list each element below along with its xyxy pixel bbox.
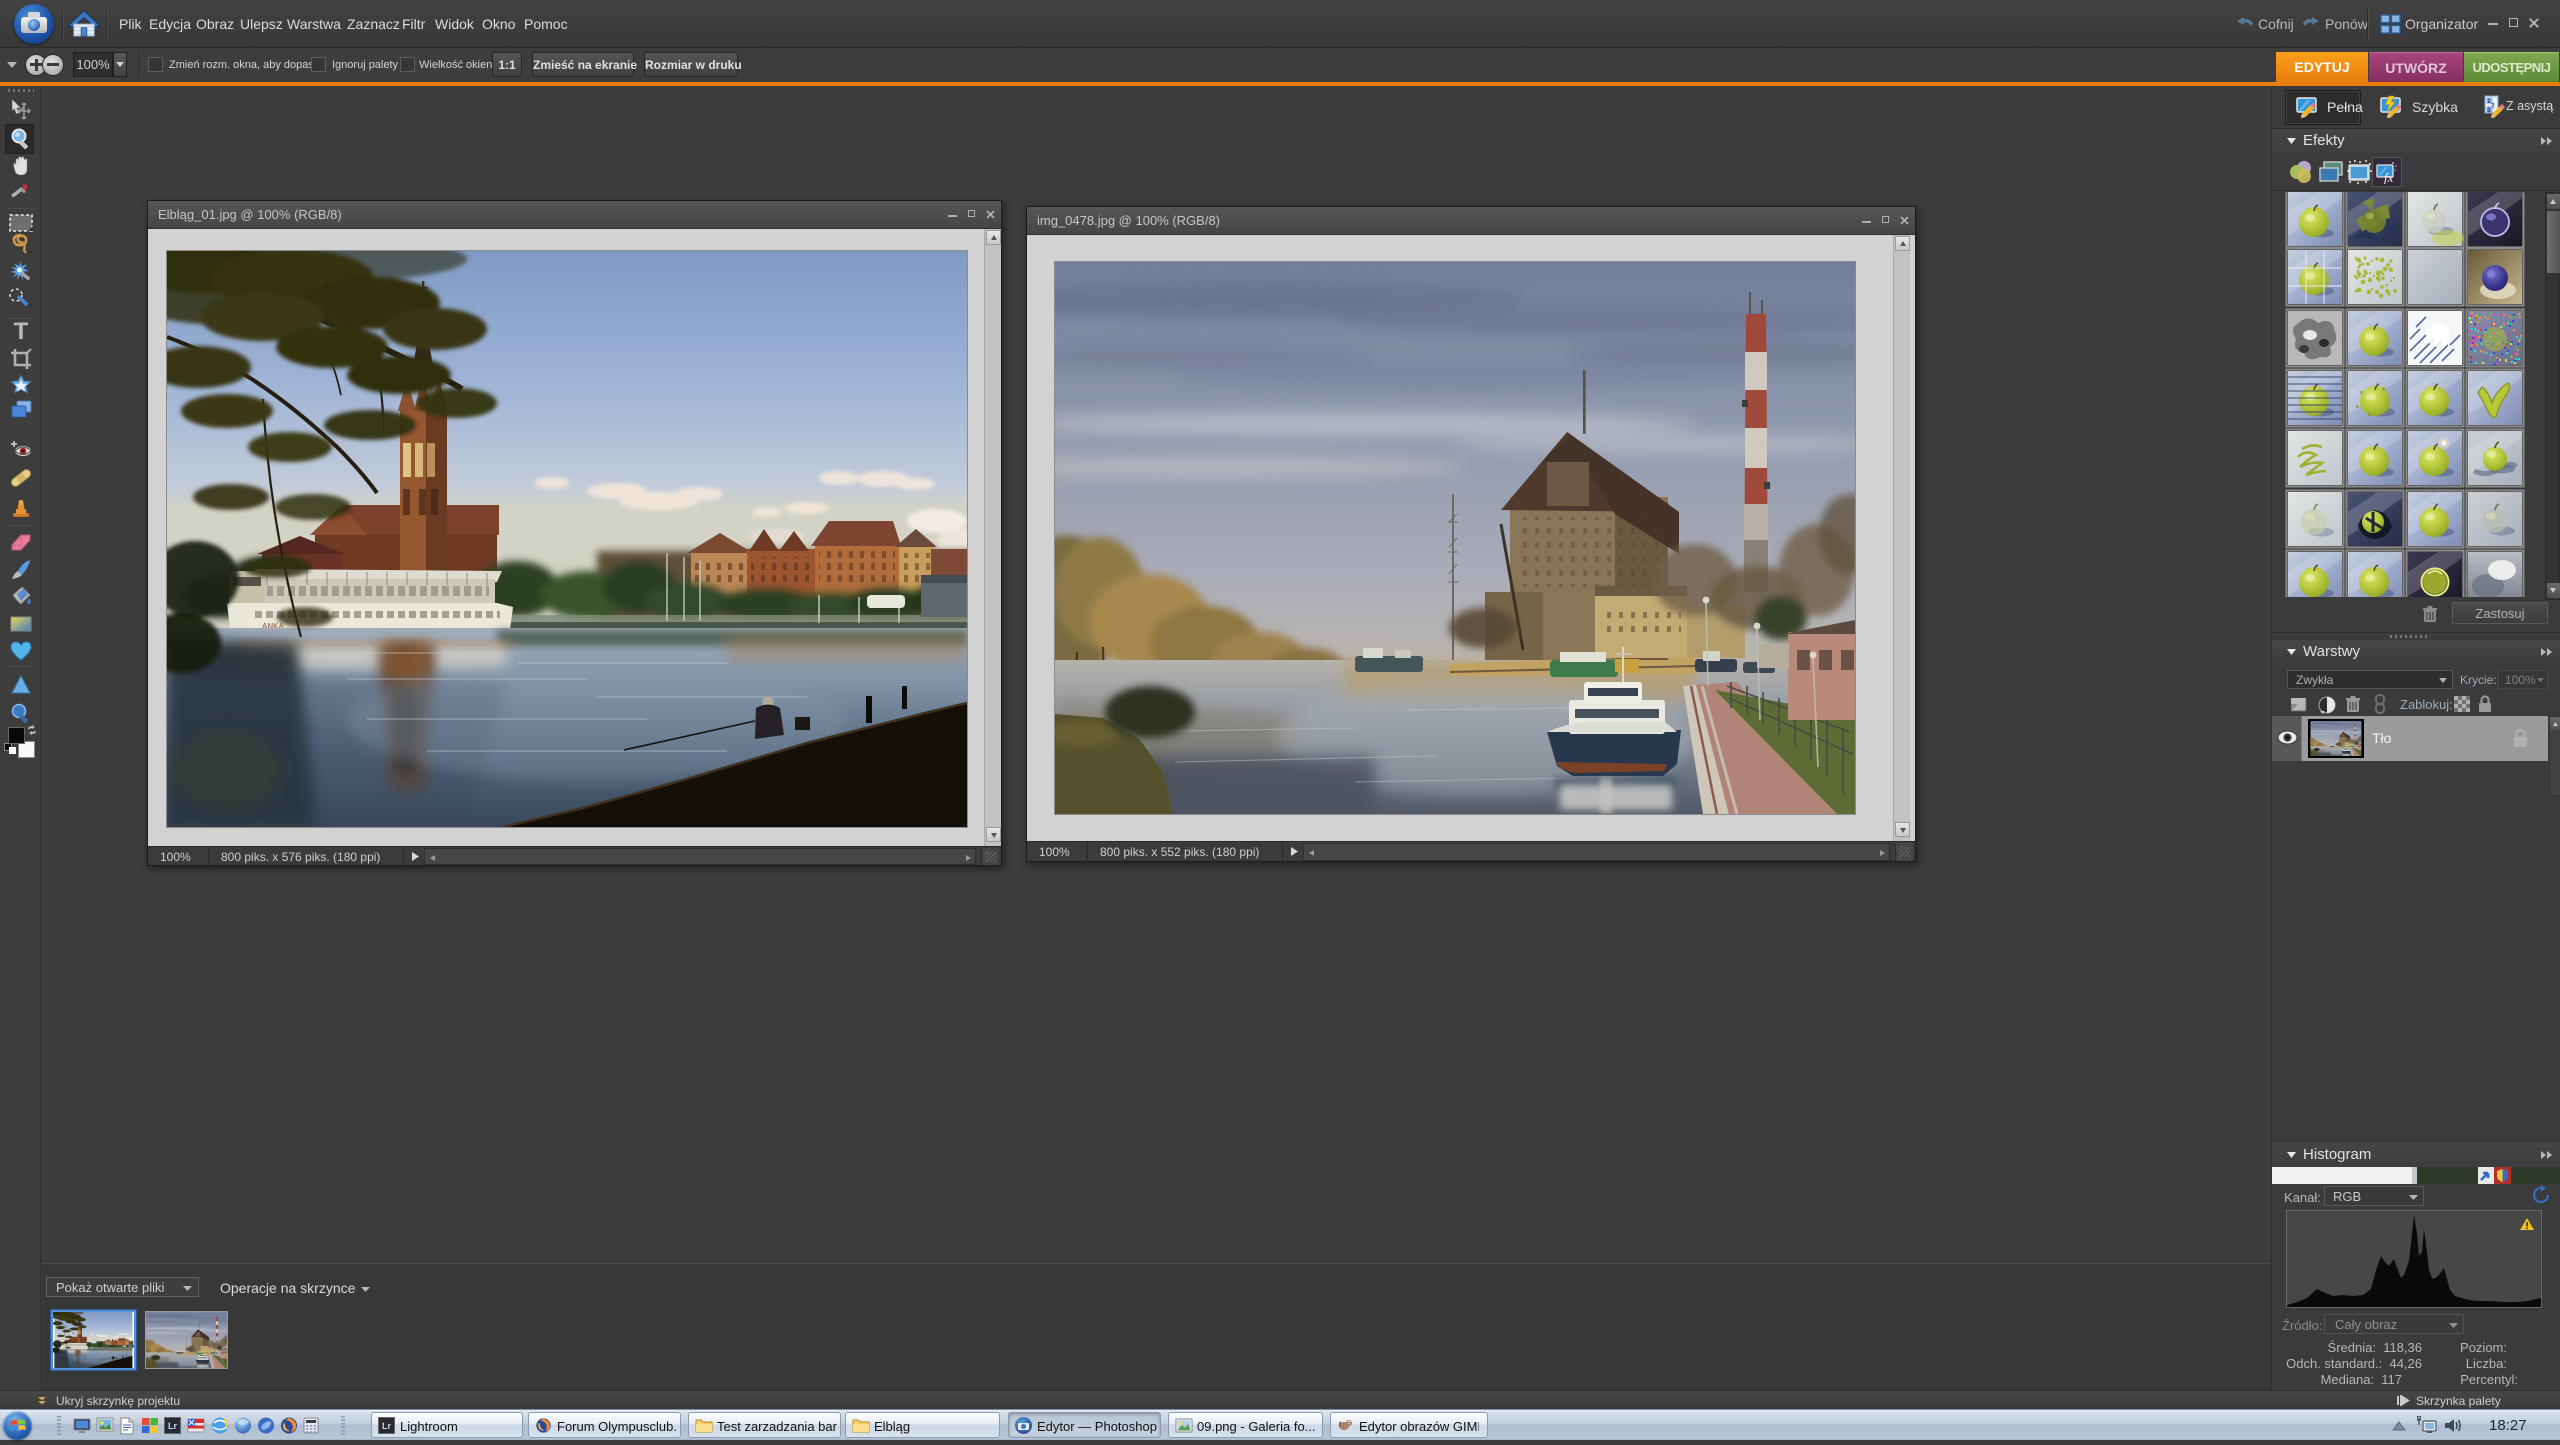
svg-text:3: 3 [2487, 107, 2491, 114]
svg-text:fx: fx [2384, 170, 2394, 184]
